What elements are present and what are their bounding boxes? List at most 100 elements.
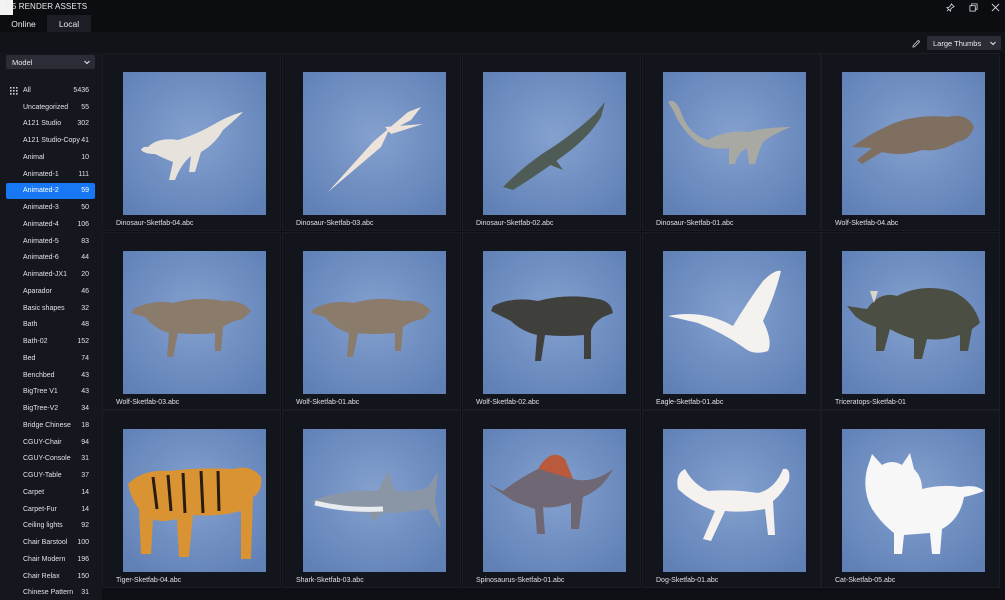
asset-preview-image bbox=[123, 251, 266, 394]
asset-card[interactable]: Wolf-Sketfab-03.abc bbox=[102, 232, 281, 410]
asset-filename: Wolf-Sketfab-01.abc bbox=[296, 399, 360, 406]
asset-filename: Dinosaur-Sketfab-01.abc bbox=[656, 220, 734, 227]
asset-filename: Triceratops-Sketfab-01 bbox=[835, 399, 906, 406]
asset-thumbnail[interactable] bbox=[842, 429, 985, 572]
sidebar-category-item[interactable]: Basic shapes 32 bbox=[6, 300, 95, 317]
asset-thumbnail[interactable] bbox=[123, 429, 266, 572]
asset-preview-image bbox=[663, 72, 806, 215]
category-label: All bbox=[23, 86, 31, 94]
asset-card[interactable]: Dinosaur-Sketfab-01.abc bbox=[642, 53, 821, 231]
sidebar-category-item[interactable]: Ceiling lights 92 bbox=[6, 518, 95, 535]
tab-local[interactable]: Local bbox=[47, 15, 91, 32]
asset-card[interactable]: Dinosaur-Sketfab-04.abc bbox=[102, 53, 281, 231]
asset-thumbnail[interactable] bbox=[842, 251, 985, 394]
category-count: 32 bbox=[81, 304, 89, 312]
asset-thumbnail[interactable] bbox=[663, 72, 806, 215]
sidebar-category-item[interactable]: Chinese Pattern 31 bbox=[6, 585, 95, 600]
sidebar-category-item[interactable]: Carpet-Fur 14 bbox=[6, 501, 95, 518]
category-label: Chair Barstool bbox=[23, 539, 68, 547]
asset-card[interactable]: Dinosaur-Sketfab-02.abc bbox=[462, 53, 641, 231]
pin-icon[interactable] bbox=[943, 1, 957, 14]
restore-window-icon[interactable] bbox=[966, 1, 980, 14]
asset-thumbnail[interactable] bbox=[123, 72, 266, 215]
category-label: Aparador bbox=[23, 287, 52, 295]
sidebar-category-item[interactable]: Animated-4 106 bbox=[6, 216, 95, 233]
category-label: Bridge Chinese bbox=[23, 421, 71, 429]
category-label: Animated-3 bbox=[23, 204, 59, 212]
asset-card[interactable]: Wolf-Sketfab-04.abc bbox=[821, 53, 1000, 231]
toolbar bbox=[0, 32, 1005, 53]
asset-thumbnail[interactable] bbox=[663, 251, 806, 394]
sidebar-category-item[interactable]: Chair Modern 196 bbox=[6, 551, 95, 568]
asset-filename: Cat-Sketfab-05.abc bbox=[835, 577, 896, 584]
sidebar-category-item[interactable]: Animated-6 44 bbox=[6, 250, 95, 267]
asset-thumbnail[interactable] bbox=[663, 429, 806, 572]
sidebar-category-item[interactable]: Chair Barstool 100 bbox=[6, 534, 95, 551]
sidebar-category-item[interactable]: Bath-02 152 bbox=[6, 333, 95, 350]
asset-card[interactable]: Dinosaur-Sketfab-03.abc bbox=[282, 53, 461, 231]
category-label: Chair Relax bbox=[23, 572, 60, 580]
sidebar-category-item[interactable]: Bed 74 bbox=[6, 350, 95, 367]
sidebar-category-item[interactable]: Animated-1 111 bbox=[6, 166, 95, 183]
asset-preview-image bbox=[303, 251, 446, 394]
asset-card[interactable]: Eagle-Sketfab-01.abc bbox=[642, 232, 821, 410]
category-count: 74 bbox=[81, 354, 89, 362]
asset-type-dropdown[interactable]: Model bbox=[6, 55, 95, 69]
asset-type-label: Model bbox=[12, 57, 33, 67]
asset-preview-image bbox=[483, 251, 626, 394]
asset-card[interactable]: Dog-Sketfab-01.abc bbox=[642, 410, 821, 588]
asset-thumbnail[interactable] bbox=[483, 429, 626, 572]
asset-card[interactable]: Spinosaurus-Sketfab-01.abc bbox=[462, 410, 641, 588]
category-count: 196 bbox=[77, 555, 89, 563]
category-label: Ceiling lights bbox=[23, 522, 63, 530]
sidebar-category-item[interactable]: A121 Studio-Copy 41 bbox=[6, 132, 95, 149]
edit-pencil-icon[interactable] bbox=[909, 36, 923, 50]
sidebar-category-item[interactable]: CGUY-Table 37 bbox=[6, 467, 95, 484]
tab-online[interactable]: Online bbox=[0, 15, 47, 32]
sidebar-category-item[interactable]: Animated-5 83 bbox=[6, 233, 95, 250]
asset-thumbnail[interactable] bbox=[303, 72, 446, 215]
category-count: 43 bbox=[81, 371, 89, 379]
sidebar-category-item[interactable]: Animal 10 bbox=[6, 149, 95, 166]
asset-card[interactable]: Wolf-Sketfab-01.abc bbox=[282, 232, 461, 410]
sidebar-category-item[interactable]: Bridge Chinese 18 bbox=[6, 417, 95, 434]
asset-thumbnail[interactable] bbox=[123, 251, 266, 394]
asset-card[interactable]: Shark-Sketfab-03.abc bbox=[282, 410, 461, 588]
sidebar-category-item[interactable]: CGUY-Chair 94 bbox=[6, 434, 95, 451]
sidebar-category-item[interactable]: A121 Studio 302 bbox=[6, 116, 95, 133]
category-count: 44 bbox=[81, 254, 89, 262]
category-label: Animated-5 bbox=[23, 237, 59, 245]
category-count: 55 bbox=[81, 103, 89, 111]
asset-thumbnail[interactable] bbox=[842, 72, 985, 215]
asset-card[interactable]: Wolf-Sketfab-02.abc bbox=[462, 232, 641, 410]
category-label: BigTree V1 bbox=[23, 388, 58, 396]
sidebar-category-item[interactable]: BigTree-V2 34 bbox=[6, 400, 95, 417]
sidebar-category-item[interactable]: Animated-3 50 bbox=[6, 199, 95, 216]
sidebar-category-item[interactable]: Bath 48 bbox=[6, 317, 95, 334]
asset-preview-image bbox=[842, 429, 985, 572]
asset-thumbnail[interactable] bbox=[483, 72, 626, 215]
sidebar-category-item[interactable]: Uncategorized 55 bbox=[6, 99, 95, 116]
asset-filename: Wolf-Sketfab-02.abc bbox=[476, 399, 540, 406]
asset-thumbnail[interactable] bbox=[303, 429, 446, 572]
category-count: 41 bbox=[81, 137, 89, 145]
sidebar-category-item[interactable]: BigTree V1 43 bbox=[6, 384, 95, 401]
sidebar-category-item[interactable]: Animated-2 59 bbox=[6, 182, 95, 200]
close-window-icon[interactable] bbox=[988, 1, 1002, 14]
view-mode-dropdown[interactable]: Large Thumbs bbox=[927, 36, 1001, 50]
sidebar-category-item[interactable]: CGUY-Console 31 bbox=[6, 451, 95, 468]
category-count: 31 bbox=[81, 455, 89, 463]
asset-preview-image bbox=[123, 72, 266, 215]
sidebar-category-item[interactable]: Animated-JX1 20 bbox=[6, 266, 95, 283]
sidebar-category-item[interactable]: Carpet 14 bbox=[6, 484, 95, 501]
asset-filename: Wolf-Sketfab-03.abc bbox=[116, 399, 180, 406]
asset-card[interactable]: Triceratops-Sketfab-01 bbox=[821, 232, 1000, 410]
sidebar-category-item[interactable]: Chair Relax 150 bbox=[6, 568, 95, 585]
sidebar-category-item[interactable]: All 5436 bbox=[6, 82, 95, 99]
asset-thumbnail[interactable] bbox=[303, 251, 446, 394]
asset-thumbnail[interactable] bbox=[483, 251, 626, 394]
sidebar-category-item[interactable]: Aparador 46 bbox=[6, 283, 95, 300]
asset-card[interactable]: Cat-Sketfab-05.abc bbox=[821, 410, 1000, 588]
asset-card[interactable]: Tiger-Sketfab-04.abc bbox=[102, 410, 281, 588]
sidebar-category-item[interactable]: Benchbed 43 bbox=[6, 367, 95, 384]
